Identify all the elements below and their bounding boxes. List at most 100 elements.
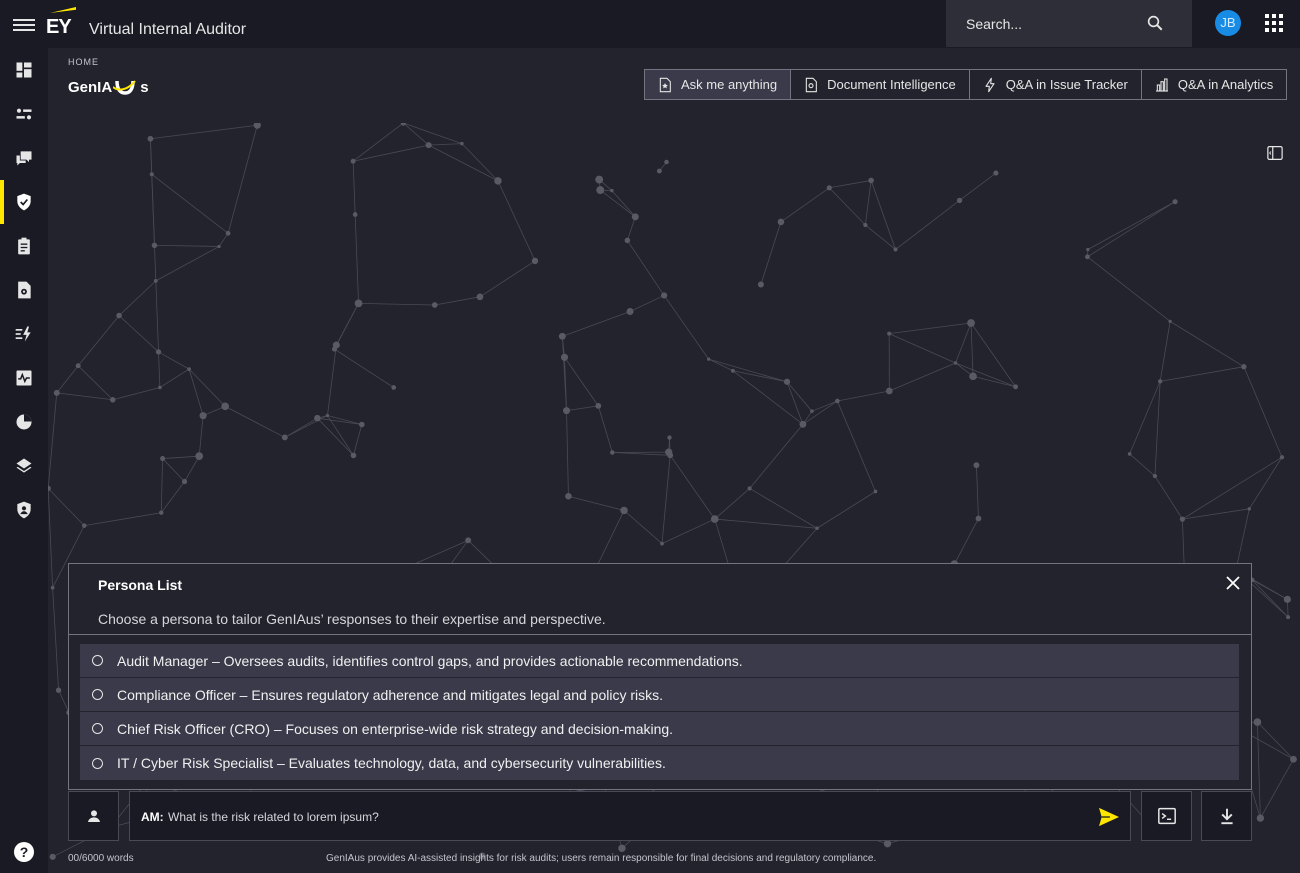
- sidebar-item-chat[interactable]: [0, 136, 48, 180]
- network-edge: [1260, 759, 1294, 819]
- terminal-button[interactable]: [1141, 791, 1192, 841]
- ey-logo[interactable]: EY: [46, 7, 78, 38]
- network-edge: [56, 365, 79, 394]
- search-box: [946, 0, 1192, 47]
- network-node: [110, 397, 116, 403]
- radio-button[interactable]: [92, 689, 103, 700]
- persona-option-audit-manager[interactable]: Audit Manager – Oversees audits, identif…: [80, 644, 1239, 678]
- download-button[interactable]: [1201, 791, 1252, 841]
- page-header: HOME GenIA s Ask me anything Document In…: [48, 48, 1300, 123]
- layers-icon: [16, 458, 32, 473]
- download-icon: [1220, 808, 1233, 825]
- network-node: [565, 492, 572, 500]
- sidebar-item-layers[interactable]: [0, 444, 48, 488]
- network-node: [225, 230, 231, 236]
- hamburger-menu-icon[interactable]: [13, 19, 35, 31]
- persona-option-cyber-risk-specialist[interactable]: IT / Cyber Risk Specialist – Evaluates t…: [80, 746, 1239, 780]
- sidebar-item-workflow[interactable]: [0, 92, 48, 136]
- network-edge: [118, 315, 159, 353]
- network-edge: [1248, 457, 1283, 510]
- sidebar-item-analytics[interactable]: [0, 400, 48, 444]
- logo-beam: [50, 7, 76, 13]
- network-node: [624, 237, 631, 244]
- chat-icon: [16, 151, 32, 166]
- app-title: Virtual Internal Auditor: [89, 21, 247, 38]
- network-edge: [959, 172, 997, 201]
- network-node: [476, 293, 484, 301]
- network-node: [153, 278, 158, 283]
- network-node: [181, 478, 188, 485]
- tab-ask-me-anything[interactable]: Ask me anything: [645, 70, 791, 99]
- persona-option-chief-risk-officer[interactable]: Chief Risk Officer (CRO) – Focuses on en…: [80, 712, 1239, 746]
- document-star-icon: [659, 77, 671, 92]
- disclaimer: GenIAus provides AI-assisted insights fo…: [326, 853, 877, 864]
- app-grid-icon[interactable]: [1265, 14, 1283, 32]
- help-icon[interactable]: ?: [14, 842, 34, 862]
- search-icon[interactable]: [1146, 14, 1164, 32]
- send-icon[interactable]: [1098, 807, 1120, 827]
- lightning-list-icon: [15, 326, 31, 342]
- sidebar-item-issues[interactable]: [0, 312, 48, 356]
- network-node: [1286, 615, 1291, 620]
- sidebar-item-security[interactable]: [0, 488, 48, 532]
- network-edge: [48, 392, 58, 489]
- radio-button[interactable]: [92, 757, 103, 769]
- tab-document-intelligence[interactable]: Document Intelligence: [790, 70, 969, 99]
- network-edge: [1129, 381, 1161, 455]
- network-node: [975, 515, 982, 522]
- search-input[interactable]: [946, 0, 1136, 47]
- tab-label: Q&A in Analytics: [1177, 77, 1274, 92]
- user-icon: [87, 810, 100, 822]
- tab-analytics[interactable]: Q&A in Analytics: [1140, 70, 1286, 99]
- bar-chart-icon: [1155, 77, 1168, 92]
- network-edge: [403, 123, 463, 145]
- user-avatar[interactable]: JB: [1215, 10, 1241, 36]
- network-node: [1152, 473, 1158, 479]
- persona-option-label: IT / Cyber Risk Specialist – Evaluates t…: [117, 755, 666, 771]
- sidebar-item-pulse[interactable]: [0, 356, 48, 400]
- network-edge: [749, 488, 818, 529]
- network-edge: [629, 295, 665, 312]
- radio-button[interactable]: [92, 723, 103, 734]
- network-edge: [976, 465, 979, 519]
- side-panel-toggle-icon[interactable]: [1266, 144, 1284, 162]
- close-icon[interactable]: [1226, 576, 1240, 590]
- tab-issue-tracker[interactable]: Q&A in Issue Tracker: [968, 70, 1141, 99]
- network-node: [596, 186, 605, 195]
- network-node: [618, 844, 626, 853]
- network-edge: [562, 311, 631, 337]
- network-edge: [159, 368, 190, 388]
- document-gear-icon: [805, 77, 817, 92]
- network-edge: [749, 424, 804, 489]
- network-edge: [889, 362, 956, 392]
- network-edge: [227, 125, 258, 234]
- sidebar-item-document-settings[interactable]: [0, 268, 48, 312]
- network-node: [660, 541, 664, 546]
- network-node: [863, 222, 868, 228]
- network-edge: [352, 161, 356, 215]
- network-node: [53, 389, 60, 396]
- persona-button[interactable]: [68, 791, 119, 841]
- sidebar-item-shield[interactable]: [0, 180, 48, 224]
- prompt-input[interactable]: AM: What is the risk related to lorem ip…: [129, 791, 1131, 841]
- network-node: [664, 159, 669, 165]
- network-edge: [1169, 321, 1245, 368]
- network-node: [55, 687, 62, 693]
- breadcrumb[interactable]: HOME: [68, 57, 99, 67]
- sidebar-item-clipboard[interactable]: [0, 224, 48, 268]
- brand-u-mark: [113, 80, 136, 95]
- persona-option-compliance-officer[interactable]: Compliance Officer – Ensures regulatory …: [80, 678, 1239, 712]
- word-count: 00/6000 words: [68, 853, 134, 864]
- radio-button[interactable]: [92, 655, 103, 666]
- network-node: [425, 142, 432, 149]
- prompt-text[interactable]: What is the risk related to lorem ipsum?: [168, 810, 379, 824]
- network-node: [350, 158, 356, 164]
- sidebar-item-dashboard[interactable]: [0, 48, 48, 92]
- divider: [69, 634, 1251, 635]
- network-node: [893, 247, 898, 252]
- network-node: [1085, 254, 1090, 260]
- network-edge: [732, 370, 788, 383]
- network-edge: [334, 348, 394, 388]
- brand-prefix: GenIA: [68, 78, 113, 96]
- network-node: [969, 372, 977, 381]
